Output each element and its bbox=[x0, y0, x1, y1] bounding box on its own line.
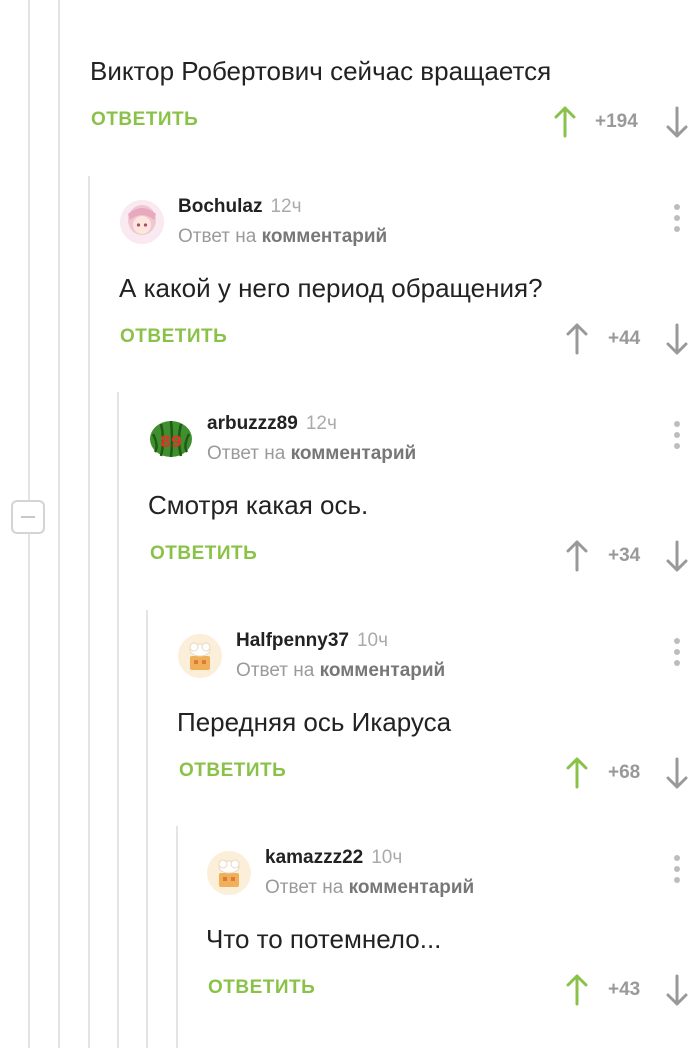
arrow-down-icon[interactable] bbox=[665, 540, 689, 572]
avatar[interactable]: 89 bbox=[149, 416, 193, 460]
reply-button[interactable]: ОТВЕТИТЬ bbox=[179, 760, 286, 782]
arrow-down-icon[interactable] bbox=[665, 757, 689, 789]
vote-score: +44 bbox=[608, 328, 641, 349]
reply-reference: Ответ на комментарий bbox=[265, 877, 474, 899]
arrow-up-icon[interactable] bbox=[553, 106, 577, 138]
vote-score: +194 bbox=[595, 111, 638, 132]
arrow-down-icon[interactable] bbox=[665, 974, 689, 1006]
thread-line bbox=[28, 534, 30, 1048]
reply-reference: Ответ на комментарий bbox=[207, 443, 416, 465]
avatar-badge: 89 bbox=[160, 432, 182, 451]
thread-line bbox=[117, 392, 119, 1048]
reply-prefix: Ответ на bbox=[178, 226, 257, 247]
vote-score: +68 bbox=[608, 762, 641, 783]
thread-line bbox=[176, 826, 178, 1048]
reply-reference: Ответ на комментарий bbox=[236, 660, 445, 682]
watermelon-avatar-icon: 89 bbox=[150, 420, 192, 458]
comment-time: 10ч bbox=[356, 630, 389, 651]
reply-reference: Ответ на комментарий bbox=[178, 226, 387, 248]
comment-text: Что то потемнело... bbox=[206, 924, 442, 954]
comment-text: Передняя ось Икаруса bbox=[177, 707, 452, 737]
anime-girl-avatar-icon bbox=[120, 200, 164, 244]
username-text[interactable]: Bochulaz bbox=[178, 196, 262, 217]
comment-time: 10ч bbox=[371, 847, 403, 868]
collapse-thread-button[interactable] bbox=[11, 500, 45, 534]
reply-button[interactable]: ОТВЕТИТЬ bbox=[91, 109, 198, 131]
more-vertical-icon[interactable] bbox=[671, 421, 683, 455]
username[interactable]: kamazzz22 10ч bbox=[265, 847, 402, 869]
reply-prefix: Ответ на bbox=[207, 443, 286, 464]
username[interactable]: arbuzzz89 12ч bbox=[207, 413, 337, 435]
vote-score: +43 bbox=[608, 979, 641, 1000]
reply-target-link[interactable]: комментарий bbox=[320, 660, 446, 681]
username-text[interactable]: kamazzz22 bbox=[265, 847, 363, 868]
avatar[interactable] bbox=[178, 634, 222, 678]
arrow-up-icon[interactable] bbox=[565, 540, 589, 572]
reply-prefix: Ответ на bbox=[265, 877, 344, 898]
reply-button[interactable]: ОТВЕТИТЬ bbox=[150, 543, 257, 565]
more-vertical-icon[interactable] bbox=[671, 204, 683, 238]
reply-button[interactable]: ОТВЕТИТЬ bbox=[120, 326, 227, 348]
thread-line bbox=[146, 610, 148, 1048]
arrow-up-icon[interactable] bbox=[565, 757, 589, 789]
reply-target-link[interactable]: комментарий bbox=[349, 877, 475, 898]
arrow-up-icon[interactable] bbox=[565, 974, 589, 1006]
more-vertical-icon[interactable] bbox=[671, 638, 683, 672]
comment-text: Смотря какая ось. bbox=[148, 490, 369, 520]
more-vertical-icon[interactable] bbox=[671, 855, 683, 889]
reply-target-link[interactable]: комментарий bbox=[291, 443, 417, 464]
chef-avatar-icon bbox=[178, 634, 222, 678]
comment-text: Виктор Робертович сейчас вращается bbox=[90, 56, 552, 86]
reply-prefix: Ответ на bbox=[236, 660, 315, 681]
username[interactable]: Halfpenny37 10ч bbox=[236, 630, 388, 652]
thread-line bbox=[28, 0, 30, 500]
comment-time: 12ч bbox=[305, 413, 337, 434]
avatar[interactable] bbox=[120, 200, 164, 244]
thread-line bbox=[58, 0, 60, 1048]
comment-text: А какой у него период обращения? bbox=[119, 273, 543, 303]
reply-target-link[interactable]: комментарий bbox=[262, 226, 388, 247]
username-text[interactable]: arbuzzz89 bbox=[207, 413, 298, 434]
comment-time: 12ч bbox=[270, 196, 302, 217]
arrow-down-icon[interactable] bbox=[665, 323, 689, 355]
chef-avatar-icon bbox=[207, 851, 251, 895]
reply-button[interactable]: ОТВЕТИТЬ bbox=[208, 977, 315, 999]
avatar[interactable] bbox=[207, 851, 251, 895]
thread-line bbox=[88, 176, 90, 1048]
username-text[interactable]: Halfpenny37 bbox=[236, 630, 349, 651]
username[interactable]: Bochulaz 12ч bbox=[178, 196, 302, 218]
arrow-down-icon[interactable] bbox=[665, 106, 689, 138]
arrow-up-icon[interactable] bbox=[565, 323, 589, 355]
vote-score: +34 bbox=[608, 545, 641, 566]
